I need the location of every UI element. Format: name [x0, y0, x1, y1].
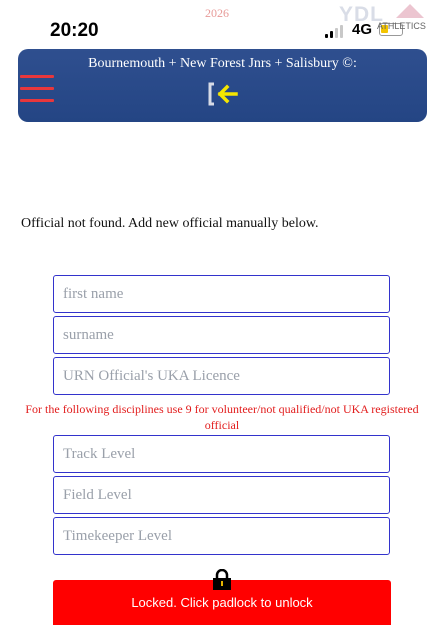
header-title: Bournemouth + New Forest Jnrs + Salisbur…	[88, 56, 357, 71]
urn-licence-input[interactable]	[53, 357, 390, 395]
first-name-input[interactable]	[53, 275, 390, 313]
field-level-input[interactable]	[53, 476, 390, 514]
logo-mark-icon	[396, 4, 424, 18]
track-level-input[interactable]	[53, 435, 390, 473]
surname-input[interactable]	[53, 316, 390, 354]
timekeeper-level-input[interactable]	[53, 517, 390, 555]
exit-arrow-icon[interactable]	[208, 82, 244, 106]
app-header: Bournemouth + New Forest Jnrs + Salisbur…	[18, 49, 427, 122]
status-time: 20:20	[50, 20, 99, 41]
padlock-icon[interactable]	[212, 568, 232, 590]
year-label: 2026	[205, 6, 229, 20]
official-not-found-message: Official not found. Add new official man…	[21, 216, 319, 231]
ydl-athletics-logo: YDL ATHLETICS	[339, 3, 435, 37]
hamburger-menu-icon[interactable]	[20, 75, 54, 103]
logo-sub-text: ATHLETICS	[377, 21, 426, 31]
discipline-note: For the following disciplines use 9 for …	[25, 402, 419, 432]
